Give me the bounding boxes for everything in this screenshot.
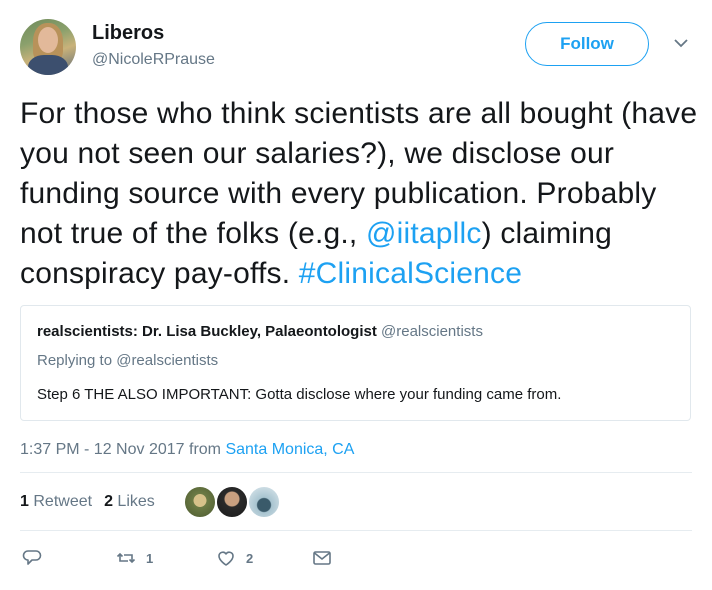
avatar-face bbox=[38, 27, 58, 53]
liker-avatar[interactable] bbox=[248, 486, 280, 518]
retweet-stat[interactable]: 1 Retweet bbox=[20, 493, 92, 510]
quoted-author-name: realscientists: Dr. Lisa Buckley, Palaeo… bbox=[37, 323, 377, 340]
avatar-body bbox=[28, 55, 68, 75]
author-handle[interactable]: @NicoleRPrause bbox=[92, 50, 215, 70]
envelope-icon bbox=[313, 551, 331, 565]
quoted-text: Step 6 THE ALSO IMPORTANT: Gotta disclos… bbox=[37, 386, 562, 403]
action-bar: 1 2 bbox=[20, 548, 700, 570]
retweet-icon bbox=[116, 552, 136, 564]
avatar[interactable] bbox=[20, 19, 76, 75]
quoted-author-handle: @realscientists bbox=[381, 323, 483, 340]
reply-icon bbox=[22, 550, 42, 565]
liker-avatar[interactable] bbox=[184, 486, 216, 518]
heart-icon bbox=[218, 551, 234, 566]
follow-button[interactable]: Follow bbox=[525, 22, 649, 66]
hashtag-link[interactable]: #ClinicalScience bbox=[299, 257, 522, 290]
retweet-button[interactable]: 1 bbox=[116, 548, 153, 568]
divider bbox=[20, 472, 692, 473]
tweet-card: Liberos @NicoleRPrause Follow For those … bbox=[0, 0, 712, 590]
liker-avatar[interactable] bbox=[216, 486, 248, 518]
direct-message-button[interactable] bbox=[312, 548, 332, 568]
location-link[interactable]: Santa Monica, CA bbox=[225, 441, 354, 458]
retweet-stat-count: 1 bbox=[20, 493, 29, 510]
tweet-stats: 1 Retweet 2 Likes bbox=[20, 492, 155, 512]
like-stat-label: Likes bbox=[117, 493, 155, 510]
quoted-replying-to: Replying to @realscientists bbox=[37, 352, 219, 369]
divider bbox=[20, 530, 692, 531]
like-stat-count: 2 bbox=[104, 493, 113, 510]
retweet-count: 1 bbox=[146, 550, 154, 566]
from-word: from bbox=[189, 441, 221, 458]
author-name[interactable]: Liberos bbox=[92, 21, 164, 45]
tweet-text: For those who think scientists are all b… bbox=[20, 94, 700, 294]
like-count: 2 bbox=[246, 550, 254, 566]
like-stat[interactable]: 2 Likes bbox=[104, 493, 155, 510]
like-button[interactable]: 2 bbox=[216, 548, 253, 568]
timestamp[interactable]: 1:37 PM - 12 Nov 2017 bbox=[20, 441, 185, 458]
tweet-metadata: 1:37 PM - 12 Nov 2017 from Santa Monica,… bbox=[20, 440, 354, 460]
reply-button[interactable] bbox=[22, 548, 42, 568]
quoted-tweet[interactable]: realscientists: Dr. Lisa Buckley, Palaeo… bbox=[20, 305, 691, 421]
retweet-stat-label: Retweet bbox=[33, 493, 93, 510]
mention-link[interactable]: @iitapllc bbox=[366, 217, 482, 250]
chevron-down-icon[interactable] bbox=[672, 36, 690, 50]
quoted-author: realscientists: Dr. Lisa Buckley, Palaeo… bbox=[37, 322, 483, 342]
